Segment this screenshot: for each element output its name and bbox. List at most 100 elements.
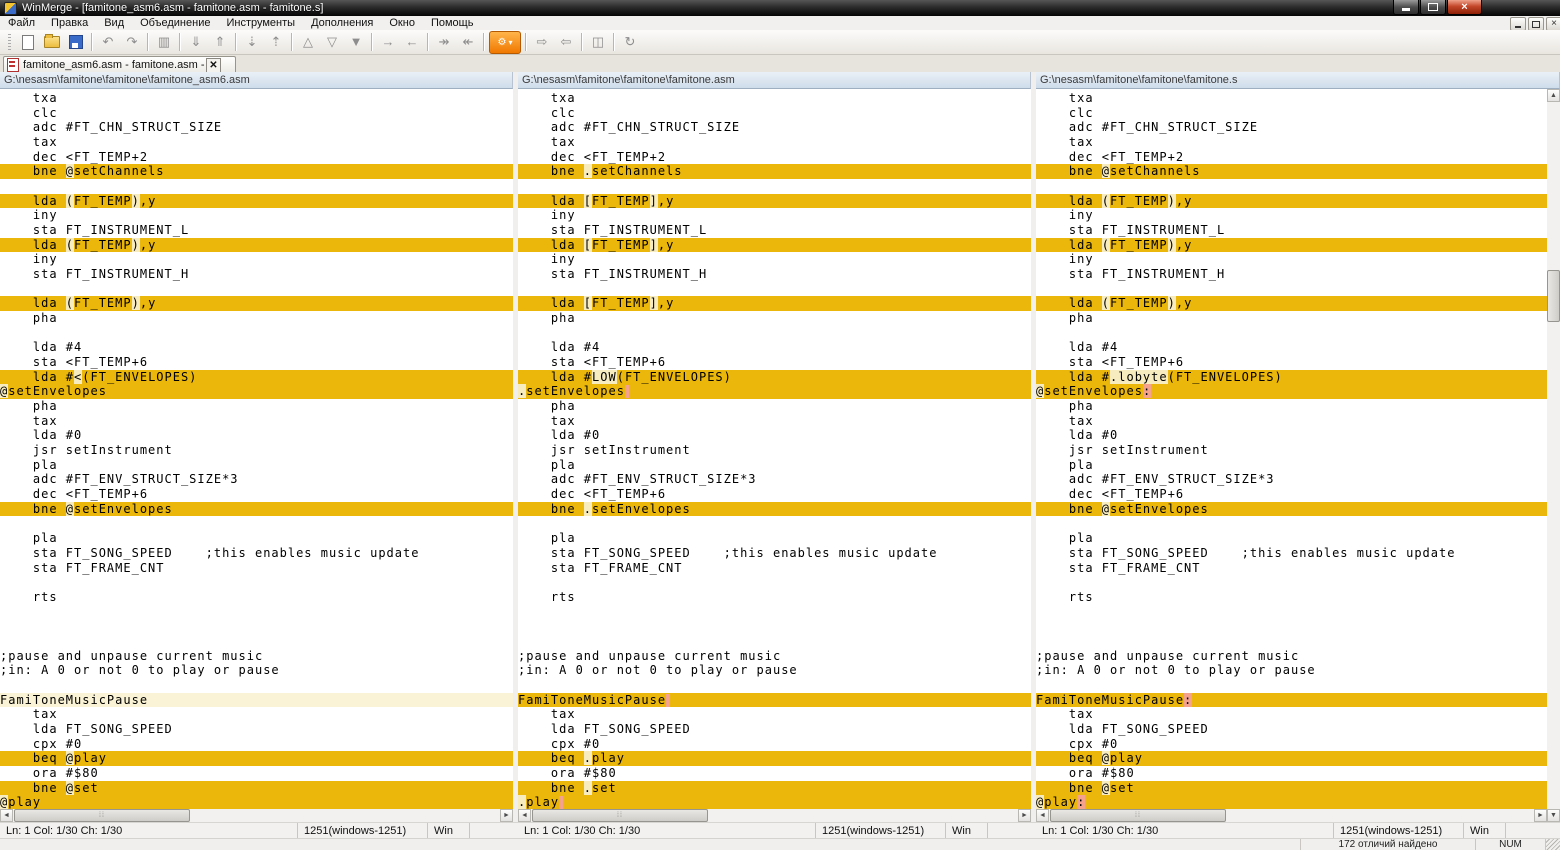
menu-merge[interactable]: Объединение (132, 16, 218, 30)
last-difference-button[interactable]: ▼ (345, 32, 367, 53)
scroll-right-icon[interactable]: ► (1018, 809, 1031, 822)
copy-right-advance-button[interactable]: ↠ (433, 32, 455, 53)
code-line: lda (FT_TEMP),y (0, 238, 513, 253)
vscroll-thumb[interactable] (1547, 270, 1560, 322)
tab-famitone-compare[interactable]: famitone_asm6.asm - famitone.asm - famit… (3, 56, 236, 73)
code-line: bne @setEnvelopes (1036, 502, 1547, 517)
code-line: bne .setEnvelopes (518, 502, 1031, 517)
refresh-button[interactable]: ↻ (619, 32, 641, 53)
undo-button[interactable]: ↶ (97, 32, 119, 53)
code-line: tax (518, 135, 1031, 150)
code-line: @play: (1036, 795, 1547, 809)
first-difference-button[interactable]: △ (297, 32, 319, 53)
code-pane-middle[interactable]: txa clc adc #FT_CHN_STRUCT_SIZE tax dec … (518, 89, 1031, 809)
code-line: pla (0, 531, 513, 546)
code-line: sta FT_INSTRUMENT_L (0, 223, 513, 238)
hscroll-thumb[interactable]: ⁞⁞ (1050, 809, 1226, 822)
hscroll-thumb[interactable]: ⁞⁞ (14, 809, 190, 822)
menu-edit[interactable]: Правка (43, 16, 96, 30)
open-button[interactable] (41, 32, 63, 53)
copy-all-right-button[interactable]: ⇨ (531, 32, 553, 53)
code-line (518, 179, 1031, 194)
toolbar-separator (581, 33, 583, 51)
code-line: iny (1036, 208, 1547, 223)
code-line: pha (1036, 311, 1547, 326)
compare-button[interactable]: ◫ (587, 32, 609, 53)
copy-all-left-button[interactable]: ⇦ (555, 32, 577, 53)
code-line: bne @set (1036, 781, 1547, 796)
options-button[interactable]: ⚙▾ (489, 31, 521, 54)
toolbar-separator (483, 33, 485, 51)
mdi-restore-button[interactable] (1528, 17, 1544, 31)
menu-window[interactable]: Окно (381, 16, 423, 30)
current-difference-button[interactable]: ▽ (321, 32, 343, 53)
close-button[interactable]: × (1447, 0, 1482, 15)
code-line: iny (0, 208, 513, 223)
code-line (0, 575, 513, 590)
code-line: tax (0, 135, 513, 150)
hscroll-thumb[interactable]: ⁞⁞ (532, 809, 708, 822)
window-status-bar: 172 отличий найдено NUM (0, 838, 1560, 850)
prev-3way-difference-button[interactable]: ⇡ (265, 32, 287, 53)
code-line: .setEnvelopes (518, 384, 1031, 399)
code-line: bne @setEnvelopes (0, 502, 513, 517)
hscrollbar-left[interactable]: ◄ ⁞⁞ ► (0, 809, 513, 822)
code-line: pha (0, 399, 513, 414)
code-line: FamiToneMusicPause: (1036, 693, 1547, 708)
mdi-minimize-button[interactable] (1510, 17, 1526, 31)
copy-left-advance-button[interactable]: ↞ (457, 32, 479, 53)
tab-close-icon[interactable]: ✕ (206, 58, 221, 73)
code-pane-right[interactable]: txa clc adc #FT_CHN_STRUCT_SIZE tax dec … (1036, 89, 1547, 809)
code-line: rts (0, 590, 513, 605)
maximize-button[interactable] (1420, 0, 1446, 15)
code-line: sta FT_INSTRUMENT_H (518, 267, 1031, 282)
scroll-up-icon[interactable]: ▲ (1547, 89, 1560, 102)
code-line: adc #FT_CHN_STRUCT_SIZE (518, 120, 1031, 135)
code-line (1036, 179, 1547, 194)
new-file-button[interactable] (17, 32, 39, 53)
copy-right-button[interactable]: → (377, 32, 399, 53)
scroll-left-icon[interactable]: ◄ (0, 809, 13, 822)
menu-help[interactable]: Помощь (423, 16, 482, 30)
code-line: lda #4 (0, 340, 513, 355)
code-pane-left[interactable]: txa clc adc #FT_CHN_STRUCT_SIZE tax dec … (0, 89, 513, 809)
code-line: txa (0, 91, 513, 106)
toolbar-separator (179, 33, 181, 51)
code-line: ;pause and unpause current music (1036, 649, 1547, 664)
code-line (1036, 634, 1547, 649)
hscrollbar-right[interactable]: ◄ ⁞⁞ ► (1036, 809, 1547, 822)
split-view-button[interactable]: ▥ (153, 32, 175, 53)
scroll-right-icon[interactable]: ► (500, 809, 513, 822)
next-difference-button[interactable]: ⇓ (185, 32, 207, 53)
code-line: sta FT_FRAME_CNT (1036, 561, 1547, 576)
menu-view[interactable]: Вид (96, 16, 132, 30)
copy-left-button[interactable]: ← (401, 32, 423, 53)
code-line: lda FT_SONG_SPEED (1036, 722, 1547, 737)
code-line: adc #FT_CHN_STRUCT_SIZE (1036, 120, 1547, 135)
menu-plugins[interactable]: Дополнения (303, 16, 381, 30)
code-line: beq .play (518, 751, 1031, 766)
hscrollbar-middle[interactable]: ◄ ⁞⁞ ► (518, 809, 1031, 822)
menu-file[interactable]: Файл (0, 16, 43, 30)
code-line: jsr setInstrument (518, 443, 1031, 458)
scroll-left-icon[interactable]: ◄ (518, 809, 531, 822)
code-line: lda (FT_TEMP),y (1036, 238, 1547, 253)
code-line: lda (FT_TEMP),y (0, 296, 513, 311)
menu-tools[interactable]: Инструменты (218, 16, 303, 30)
scroll-right-icon[interactable]: ► (1534, 809, 1547, 822)
code-line: bne @setChannels (1036, 164, 1547, 179)
scroll-down-icon[interactable]: ▼ (1547, 809, 1560, 822)
code-line: beq @play (0, 751, 513, 766)
mdi-close-button[interactable]: × (1546, 17, 1560, 31)
next-3way-difference-button[interactable]: ⇣ (241, 32, 263, 53)
minimize-button[interactable] (1393, 0, 1419, 15)
redo-button[interactable]: ↷ (121, 32, 143, 53)
vscrollbar[interactable]: ▲ ▼ (1547, 89, 1560, 822)
scroll-left-icon[interactable]: ◄ (1036, 809, 1049, 822)
code-line: sta <FT_TEMP+6 (0, 355, 513, 370)
save-button[interactable] (65, 32, 87, 53)
resize-grip[interactable] (1545, 839, 1560, 850)
prev-difference-button[interactable]: ⇑ (209, 32, 231, 53)
code-line: pha (518, 399, 1031, 414)
status-eol: Win (1464, 823, 1506, 838)
